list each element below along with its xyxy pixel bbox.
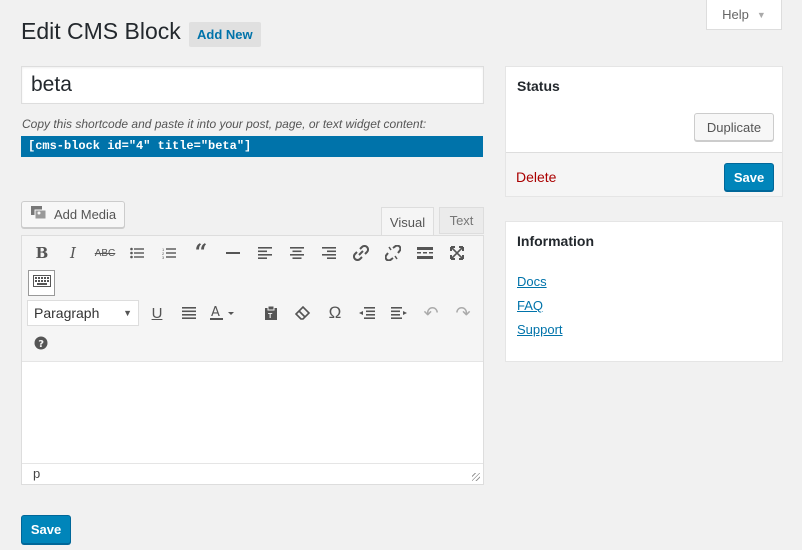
align-center-icon[interactable]: [284, 240, 310, 266]
docs-link[interactable]: Docs: [517, 274, 547, 289]
tab-visual[interactable]: Visual: [381, 207, 434, 236]
title-input[interactable]: [21, 66, 484, 104]
link-icon[interactable]: [348, 240, 374, 266]
format-select[interactable]: Paragraph ▼: [27, 300, 139, 326]
tab-text[interactable]: Text: [439, 207, 484, 234]
format-select-value: Paragraph: [34, 305, 100, 321]
element-path: p: [33, 466, 41, 481]
undo-icon[interactable]: ↶: [418, 300, 444, 326]
save-button-bottom[interactable]: Save: [21, 515, 71, 544]
editor-status-bar: p: [22, 463, 483, 484]
editor: B I ABC 123 “ Paragraph ▼ U A T Ω ↶ ↷ ? …: [21, 235, 484, 485]
strikethrough-icon[interactable]: ABC: [92, 240, 118, 266]
align-left-icon[interactable]: [252, 240, 278, 266]
add-media-label: Add Media: [54, 207, 117, 222]
keyboard-shortcuts-help-icon[interactable]: ?: [28, 330, 54, 356]
indent-icon[interactable]: [386, 300, 412, 326]
numbered-list-icon[interactable]: 123: [156, 240, 182, 266]
bullet-list-icon[interactable]: [124, 240, 150, 266]
information-box: Information Docs FAQ Support: [505, 221, 783, 362]
editor-content-area[interactable]: [22, 361, 483, 463]
paste-text-icon[interactable]: T: [258, 300, 284, 326]
justify-icon[interactable]: [176, 300, 202, 326]
publishing-actions: Delete Save: [506, 152, 782, 196]
outdent-icon[interactable]: [354, 300, 380, 326]
keyboard-icon: [32, 274, 51, 292]
special-character-icon[interactable]: Ω: [322, 300, 348, 326]
duplicate-button[interactable]: Duplicate: [694, 113, 774, 141]
information-box-title: Information: [517, 233, 594, 249]
toolbar-toggle-button[interactable]: [28, 270, 55, 296]
unlink-icon[interactable]: [380, 240, 406, 266]
status-box: Status Duplicate Delete Save: [505, 66, 783, 197]
text-color-icon[interactable]: A: [208, 300, 238, 326]
shortcode-hint: Copy this shortcode and paste it into yo…: [22, 117, 427, 131]
delete-link[interactable]: Delete: [516, 169, 556, 185]
redo-icon[interactable]: ↷: [450, 300, 476, 326]
svg-text:A: A: [211, 305, 220, 320]
horizontal-line-icon[interactable]: [220, 240, 246, 266]
resize-handle-icon[interactable]: [472, 473, 480, 481]
add-media-button[interactable]: Add Media: [21, 201, 125, 228]
blockquote-icon[interactable]: “: [188, 240, 214, 266]
read-more-icon[interactable]: [412, 240, 438, 266]
bold-icon[interactable]: B: [29, 240, 55, 266]
svg-text:3: 3: [162, 255, 165, 259]
underline-icon[interactable]: U: [144, 300, 170, 326]
page-title: Edit CMS Block: [21, 18, 181, 44]
svg-text:?: ?: [38, 339, 44, 350]
support-link[interactable]: Support: [517, 322, 563, 337]
faq-link[interactable]: FAQ: [517, 298, 543, 313]
help-tab[interactable]: Help ▼: [706, 0, 782, 30]
fullscreen-icon[interactable]: [444, 240, 470, 266]
help-label: Help: [722, 7, 749, 22]
dropdown-arrow-icon: ▼: [123, 308, 132, 318]
shortcode-box[interactable]: [cms-block id="4" title="beta"]: [21, 136, 483, 157]
save-button[interactable]: Save: [724, 163, 774, 191]
status-box-title: Status: [517, 78, 560, 94]
clear-formatting-icon[interactable]: [290, 300, 316, 326]
media-icon: [30, 205, 48, 224]
svg-text:T: T: [268, 313, 273, 320]
italic-icon[interactable]: I: [60, 240, 86, 266]
align-right-icon[interactable]: [316, 240, 342, 266]
add-new-button[interactable]: Add New: [189, 22, 261, 47]
caret-down-icon: ▼: [756, 9, 766, 20]
